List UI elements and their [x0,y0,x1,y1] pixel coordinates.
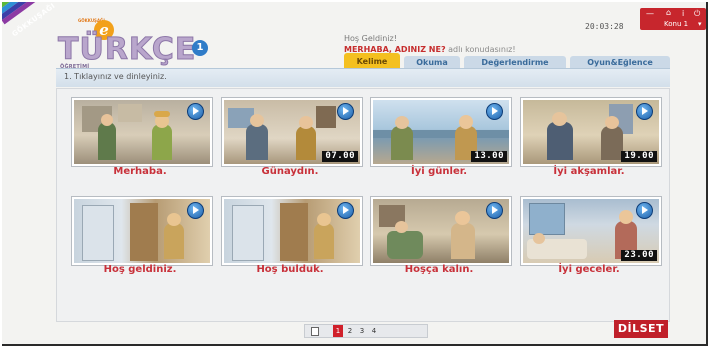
info-icon[interactable]: i [682,9,684,18]
video-card-hos-geldiniz[interactable] [71,196,213,266]
video-duration: 23.00 [621,250,657,261]
minimize-icon[interactable]: — [646,9,654,18]
instruction-text: 1. Tıklayınız ve dinleyiniz. [64,72,167,81]
home-icon[interactable]: ⌂ [666,8,671,17]
play-icon[interactable] [636,202,653,219]
window-controls: — ⌂ i ⏻ Konu 1 ▾ [640,8,706,30]
page-4[interactable]: 4 [369,325,379,337]
clock: 20:03:28 [585,22,624,31]
topic-dropdown[interactable]: Konu 1 [664,20,688,28]
logo-word: TÜRKÇE [57,32,197,68]
play-icon[interactable] [337,202,354,219]
video-card-gunaydin[interactable]: 07.00 [221,97,363,167]
app-window: GÖKKUŞAĞI GÖKKUŞAĞI e TÜRKÇE 1 ÖĞRETİMİ … [2,2,708,346]
play-icon[interactable] [486,103,503,120]
video-duration: 19.00 [621,151,657,162]
welcome-text: Hoş Geldiniz! [344,34,397,43]
video-caption: İyi günler. [410,166,468,177]
video-card-merhaba[interactable] [71,97,213,167]
level-badge: 1 [192,40,208,56]
video-caption: Merhaba. [113,166,167,177]
video-caption: İyi geceler. [558,264,620,275]
video-caption: Günaydın. [261,166,319,177]
video-caption: Hoşça kalın. [404,264,474,275]
page-1[interactable]: 1 [333,325,343,337]
page-icon[interactable] [311,327,319,336]
chevron-down-icon[interactable]: ▾ [698,20,702,28]
dilset-logo[interactable]: DİLSET [614,320,668,338]
pagination: 1 2 3 4 [304,324,428,338]
video-card-iyi-gunler[interactable]: 13.00 [370,97,512,167]
video-card-hos-bulduk[interactable] [221,196,363,266]
topic-message-rest: adlı konudasınız! [445,45,516,54]
video-caption: Hoş geldiniz. [103,264,177,275]
play-icon[interactable] [636,103,653,120]
page-3[interactable]: 3 [357,325,367,337]
video-card-hosca-kalin[interactable] [370,196,512,266]
play-icon[interactable] [486,202,503,219]
video-duration: 07.00 [322,151,358,162]
play-icon[interactable] [187,103,204,120]
video-caption: Hoş bulduk. [256,264,324,275]
video-duration: 13.00 [471,151,507,162]
video-card-iyi-geceler[interactable]: 23.00 [520,196,662,266]
play-icon[interactable] [337,103,354,120]
video-caption: İyi akşamlar. [553,166,625,177]
power-icon[interactable]: ⏻ [694,9,700,19]
video-card-iyi-aksamlar[interactable]: 19.00 [520,97,662,167]
page-2[interactable]: 2 [345,325,355,337]
play-icon[interactable] [187,202,204,219]
